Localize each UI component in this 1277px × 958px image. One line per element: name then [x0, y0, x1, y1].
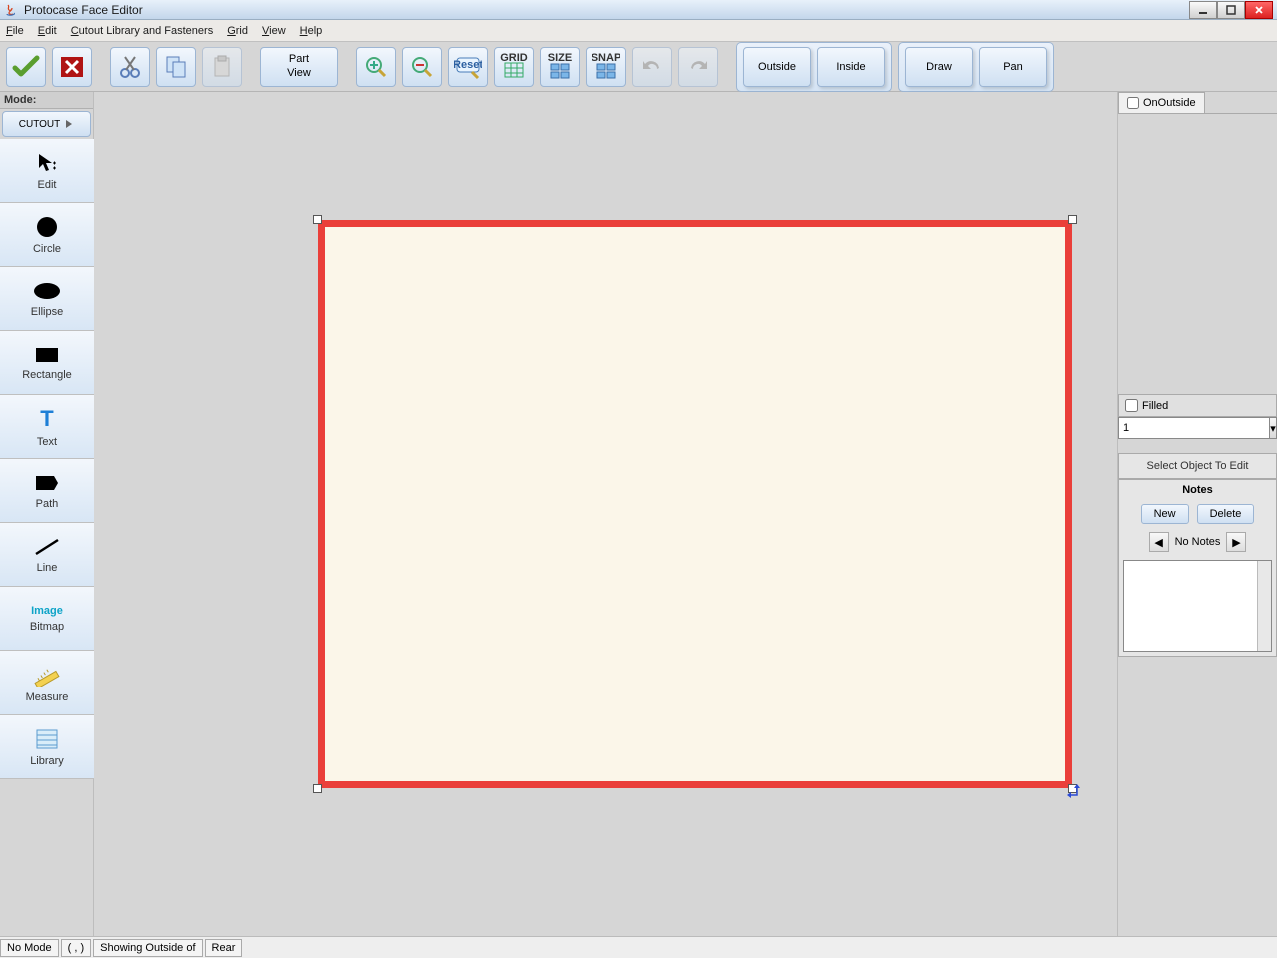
value-input[interactable]: [1119, 418, 1269, 438]
tool-palette: Mode: CUTOUT Edit Circle Ellipse Rectang…: [0, 92, 94, 936]
tool-path[interactable]: Path: [0, 459, 94, 523]
tool-edit[interactable]: Edit: [0, 139, 94, 203]
mode-value: CUTOUT: [19, 119, 60, 130]
java-icon: [4, 3, 18, 17]
status-mode: No Mode: [0, 939, 59, 957]
zoom-in-button[interactable]: [356, 47, 396, 87]
zoom-reset-button[interactable]: Reset: [448, 47, 488, 87]
face-outline[interactable]: [318, 220, 1072, 788]
part-view-label-2: View: [287, 67, 311, 80]
edit-cursor-icon: [33, 151, 61, 175]
menu-help[interactable]: Help: [300, 25, 323, 37]
notes-scrollbar[interactable]: [1257, 561, 1271, 651]
tool-rectangle[interactable]: Rectangle: [0, 331, 94, 395]
copy-button[interactable]: [156, 47, 196, 87]
tool-circle[interactable]: Circle: [0, 203, 94, 267]
svg-text:GRID: GRID: [500, 53, 528, 64]
maximize-button[interactable]: [1217, 1, 1245, 19]
minimize-button[interactable]: [1189, 1, 1217, 19]
notes-panel: Notes New Delete ◀ No Notes ▶: [1118, 479, 1277, 657]
menu-cutout[interactable]: Cutout Library and Fasteners: [71, 25, 213, 37]
zoom-out-button[interactable]: [402, 47, 442, 87]
draw-mode-button[interactable]: Draw: [905, 47, 973, 87]
status-showing: Showing Outside of: [93, 939, 202, 957]
redo-button[interactable]: [678, 47, 718, 87]
tool-bitmap[interactable]: Image Bitmap: [0, 587, 94, 651]
accept-button[interactable]: [6, 47, 46, 87]
size-button[interactable]: SIZE: [540, 47, 580, 87]
menu-edit[interactable]: Edit: [38, 25, 57, 37]
notes-status: No Notes: [1175, 536, 1221, 548]
grid-toggle-button[interactable]: GRID: [494, 47, 534, 87]
window-title: Protocase Face Editor: [24, 3, 143, 17]
rectangle-icon: [32, 345, 62, 365]
outside-button[interactable]: Outside: [743, 47, 811, 87]
library-icon: [34, 727, 60, 751]
paste-button[interactable]: [202, 47, 242, 87]
filled-checkbox[interactable]: [1125, 399, 1138, 412]
resize-handle-tr[interactable]: [1068, 215, 1077, 224]
menu-file[interactable]: File: [6, 25, 24, 37]
properties-empty-area: [1118, 114, 1277, 394]
part-view-button[interactable]: Part View: [260, 47, 338, 87]
cut-button[interactable]: [110, 47, 150, 87]
mode-toggle-group: Draw Pan: [898, 42, 1054, 92]
part-view-label-1: Part: [289, 53, 309, 66]
chevron-right-icon: [64, 119, 74, 129]
circle-icon: [33, 215, 61, 239]
close-button[interactable]: [1245, 1, 1273, 19]
onoutside-checkbox[interactable]: [1127, 97, 1139, 109]
tool-measure[interactable]: Measure: [0, 651, 94, 715]
status-bar: No Mode ( , ) Showing Outside of Rear: [0, 936, 1277, 958]
notes-delete-button[interactable]: Delete: [1197, 504, 1255, 524]
notes-new-button[interactable]: New: [1141, 504, 1189, 524]
menu-grid[interactable]: Grid: [227, 25, 248, 37]
properties-panel: OnOutside Filled ▾ Select Object To Edit…: [1117, 92, 1277, 936]
origin-marker-icon: [1066, 782, 1086, 802]
tool-ellipse[interactable]: Ellipse: [0, 267, 94, 331]
notes-next-button[interactable]: ▶: [1226, 532, 1246, 552]
onoutside-tab[interactable]: OnOutside: [1118, 92, 1205, 113]
main-toolbar: Part View Reset GRID SIZE SNAP Outside I…: [0, 42, 1277, 92]
pan-mode-button[interactable]: Pan: [979, 47, 1047, 87]
select-object-header: Select Object To Edit: [1118, 453, 1277, 479]
notes-textarea[interactable]: [1123, 560, 1272, 652]
tool-line[interactable]: Line: [0, 523, 94, 587]
image-icon: Image: [31, 605, 63, 617]
menu-view[interactable]: View: [262, 25, 286, 37]
snap-button[interactable]: SNAP: [586, 47, 626, 87]
resize-handle-bl[interactable]: [313, 784, 322, 793]
mode-dropdown[interactable]: CUTOUT: [2, 111, 91, 137]
menu-bar: File Edit Cutout Library and Fasteners G…: [0, 20, 1277, 42]
status-coords: ( , ): [61, 939, 92, 957]
mode-label: Mode:: [0, 92, 93, 109]
title-bar: Protocase Face Editor: [0, 0, 1277, 20]
text-icon: T: [40, 406, 53, 432]
status-face: Rear: [205, 939, 243, 957]
svg-text:SIZE: SIZE: [548, 53, 572, 64]
notes-title: Notes: [1119, 480, 1276, 500]
svg-text:SNAP: SNAP: [592, 53, 620, 64]
resize-handle-tl[interactable]: [313, 215, 322, 224]
cancel-button[interactable]: [52, 47, 92, 87]
ellipse-icon: [32, 280, 62, 302]
notes-prev-button[interactable]: ◀: [1149, 532, 1169, 552]
filled-label: Filled: [1142, 400, 1168, 412]
side-toggle-group: Outside Inside: [736, 42, 892, 92]
onoutside-label: OnOutside: [1143, 97, 1196, 109]
path-icon: [32, 472, 62, 494]
value-dropdown[interactable]: ▾: [1118, 417, 1277, 439]
inside-button[interactable]: Inside: [817, 47, 885, 87]
ruler-icon: [32, 663, 62, 687]
svg-text:Reset: Reset: [454, 59, 482, 71]
tool-text[interactable]: T Text: [0, 395, 94, 459]
undo-button[interactable]: [632, 47, 672, 87]
line-icon: [32, 536, 62, 558]
dropdown-arrow[interactable]: ▾: [1269, 418, 1276, 438]
tool-library[interactable]: Library: [0, 715, 94, 779]
canvas[interactable]: [94, 92, 1117, 936]
